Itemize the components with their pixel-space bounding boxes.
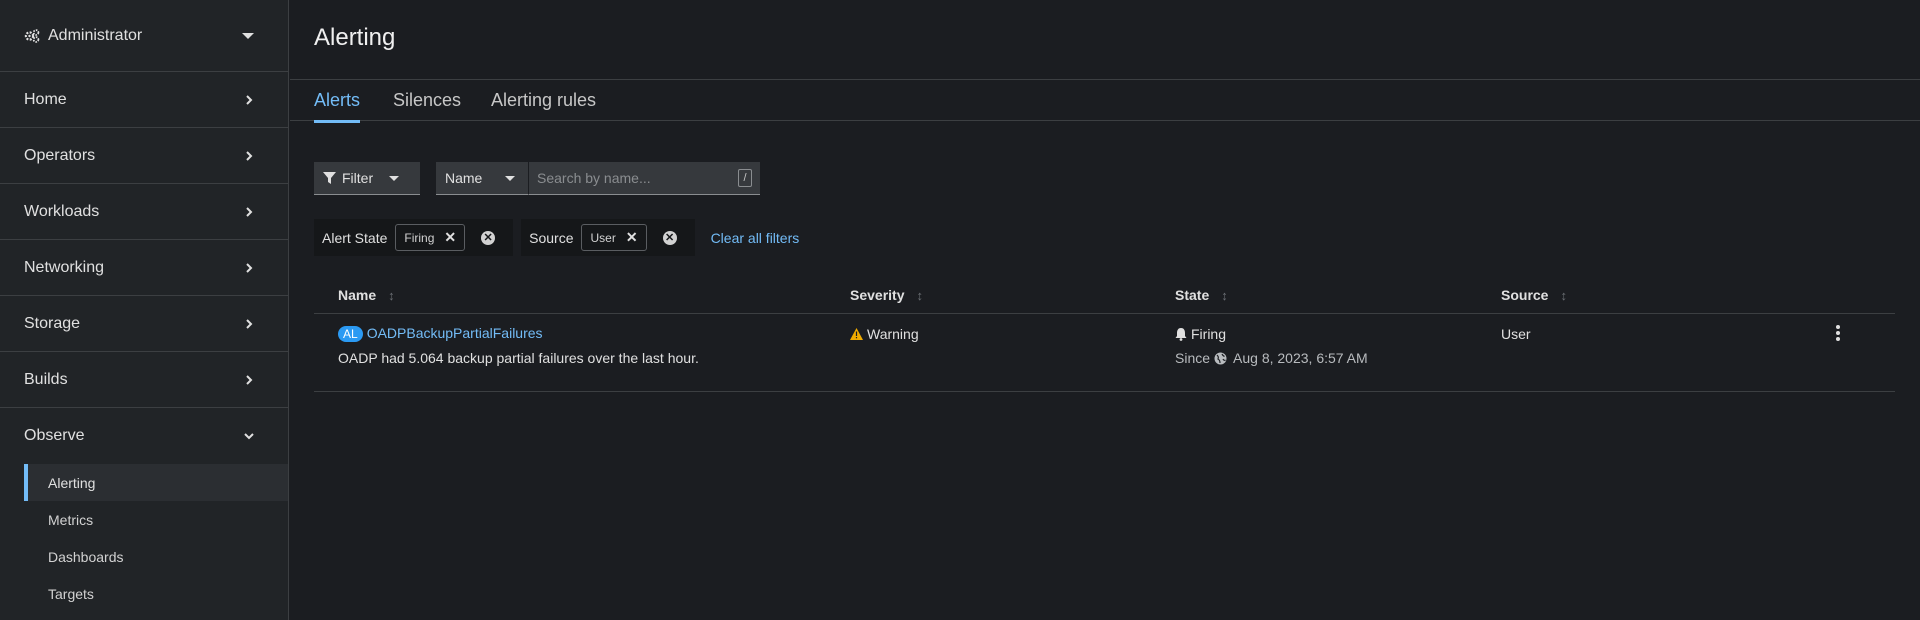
alert-name-link[interactable]: OADPBackupPartialFailures bbox=[367, 325, 543, 341]
nav-observe[interactable]: Observe bbox=[0, 408, 288, 464]
filter-dropdown[interactable]: Filter bbox=[314, 162, 420, 195]
state-label: Firing bbox=[1191, 326, 1227, 342]
nav-operators[interactable]: Operators bbox=[0, 128, 288, 184]
close-group-icon[interactable]: ✕ bbox=[481, 230, 496, 245]
close-group-icon[interactable]: ✕ bbox=[662, 230, 677, 245]
since-label: Since bbox=[1175, 350, 1211, 366]
chip: Firing ✕ bbox=[395, 224, 466, 251]
perspective-switcher[interactable]: Administrator bbox=[0, 0, 288, 72]
alert-badge: AL bbox=[338, 326, 363, 342]
nav-label: Observe bbox=[24, 427, 85, 444]
shortcut-hint: / bbox=[738, 169, 752, 187]
sort-icon: ↕ bbox=[388, 287, 395, 303]
bell-icon bbox=[1175, 327, 1187, 341]
column-label: State bbox=[1175, 287, 1210, 303]
column-header-name[interactable]: Name ↕ bbox=[338, 287, 395, 303]
severity-label: Warning bbox=[867, 326, 919, 342]
search-input[interactable] bbox=[537, 170, 738, 186]
search-box: / bbox=[528, 162, 760, 195]
chip-category: Source bbox=[529, 229, 574, 246]
subnav-targets[interactable]: Targets bbox=[0, 575, 288, 612]
page-title: Alerting bbox=[314, 24, 396, 51]
filter-toolbar: Filter Name / bbox=[314, 162, 760, 195]
tabs-bar: Alerts Silences Alerting rules bbox=[290, 79, 1920, 123]
sidebar: Administrator Home Operators Workloads N… bbox=[0, 0, 289, 620]
caret-down-icon bbox=[505, 175, 515, 181]
chevron-right-icon bbox=[246, 318, 253, 329]
remove-chip-icon[interactable]: ✕ bbox=[626, 229, 638, 246]
chevron-right-icon bbox=[246, 150, 253, 161]
subnav-metrics[interactable]: Metrics bbox=[0, 501, 288, 538]
nav-label: Home bbox=[24, 90, 67, 108]
chip-value: Firing bbox=[404, 230, 435, 245]
column-header-state[interactable]: State ↕ bbox=[1175, 287, 1228, 303]
source-cell: User bbox=[1501, 326, 1531, 342]
nav-home[interactable]: Home bbox=[0, 72, 288, 128]
observe-subnav: Alerting Metrics Dashboards Targets bbox=[0, 464, 288, 612]
chip: User ✕ bbox=[581, 224, 647, 251]
globe-icon bbox=[1214, 352, 1227, 364]
tab-silences[interactable]: Silences bbox=[393, 90, 461, 111]
subnav-alerting[interactable]: Alerting bbox=[24, 464, 288, 501]
name-select-label: Name bbox=[445, 170, 483, 186]
tab-alerts[interactable]: Alerts bbox=[314, 90, 361, 123]
nav-label: Networking bbox=[24, 258, 105, 276]
column-label: Name bbox=[338, 287, 377, 303]
chevron-right-icon bbox=[246, 94, 253, 105]
chevron-down-icon bbox=[244, 433, 254, 440]
chevron-right-icon bbox=[246, 206, 253, 217]
warning-icon bbox=[850, 328, 863, 340]
nav-label: Workloads bbox=[24, 202, 100, 220]
chevron-right-icon bbox=[246, 374, 253, 385]
sort-icon: ↕ bbox=[916, 287, 923, 303]
subnav-dashboards[interactable]: Dashboards bbox=[0, 538, 288, 575]
filter-label: Filter bbox=[342, 170, 374, 186]
chip-value: User bbox=[590, 230, 616, 245]
column-header-source[interactable]: Source ↕ bbox=[1501, 287, 1567, 303]
cogs-icon bbox=[24, 28, 40, 43]
nav-storage[interactable]: Storage bbox=[0, 296, 288, 352]
table-header: Name ↕ Severity ↕ State ↕ Source ↕ bbox=[314, 280, 1895, 314]
sort-icon: ↕ bbox=[1560, 287, 1567, 303]
name-cell: AL OADPBackupPartialFailures OADP had 5.0… bbox=[338, 325, 699, 366]
chip-group-source: Source User ✕ ✕ bbox=[521, 219, 695, 256]
column-label: Severity bbox=[850, 287, 905, 303]
clear-all-filters-link[interactable]: Clear all filters bbox=[711, 230, 800, 246]
severity-cell: Warning bbox=[850, 326, 919, 342]
perspective-label: Administrator bbox=[48, 26, 143, 44]
tab-alerting-rules[interactable]: Alerting rules bbox=[491, 90, 596, 111]
nav-networking[interactable]: Networking bbox=[0, 240, 288, 296]
nav-workloads[interactable]: Workloads bbox=[0, 184, 288, 240]
chip-category: Alert State bbox=[322, 229, 388, 246]
filter-icon bbox=[323, 171, 336, 184]
name-select[interactable]: Name bbox=[436, 162, 528, 195]
remove-chip-icon[interactable]: ✕ bbox=[444, 229, 456, 246]
table-row: AL OADPBackupPartialFailures OADP had 5.0… bbox=[314, 314, 1895, 392]
column-label: Source bbox=[1501, 287, 1549, 303]
nav-label: Storage bbox=[24, 314, 81, 332]
caret-down-icon bbox=[389, 175, 400, 181]
alert-description: OADP had 5.064 backup partial failures o… bbox=[338, 350, 699, 366]
nav-label: Operators bbox=[24, 146, 96, 164]
chip-group-alert-state: Alert State Firing ✕ ✕ bbox=[314, 219, 514, 256]
state-cell: Firing Since Aug 8, 2023, 6:57 AM bbox=[1175, 326, 1368, 366]
chevron-right-icon bbox=[246, 262, 253, 273]
column-header-severity[interactable]: Severity ↕ bbox=[850, 287, 923, 303]
since-value: Aug 8, 2023, 6:57 AM bbox=[1233, 350, 1368, 366]
alerts-table: Name ↕ Severity ↕ State ↕ Source ↕ AL OAD… bbox=[314, 280, 1895, 392]
nav-label: Builds bbox=[24, 370, 68, 388]
main-content: Alerting Alerts Silences Alerting rules … bbox=[290, 0, 1920, 620]
nav-builds[interactable]: Builds bbox=[0, 352, 288, 408]
filter-chips: Alert State Firing ✕ ✕ Source User ✕ ✕ C… bbox=[314, 219, 799, 256]
since-timestamp: Since Aug 8, 2023, 6:57 AM bbox=[1175, 350, 1368, 366]
kebab-menu-icon[interactable] bbox=[1833, 325, 1843, 341]
caret-down-icon bbox=[242, 32, 254, 39]
sort-icon: ↕ bbox=[1221, 287, 1228, 303]
